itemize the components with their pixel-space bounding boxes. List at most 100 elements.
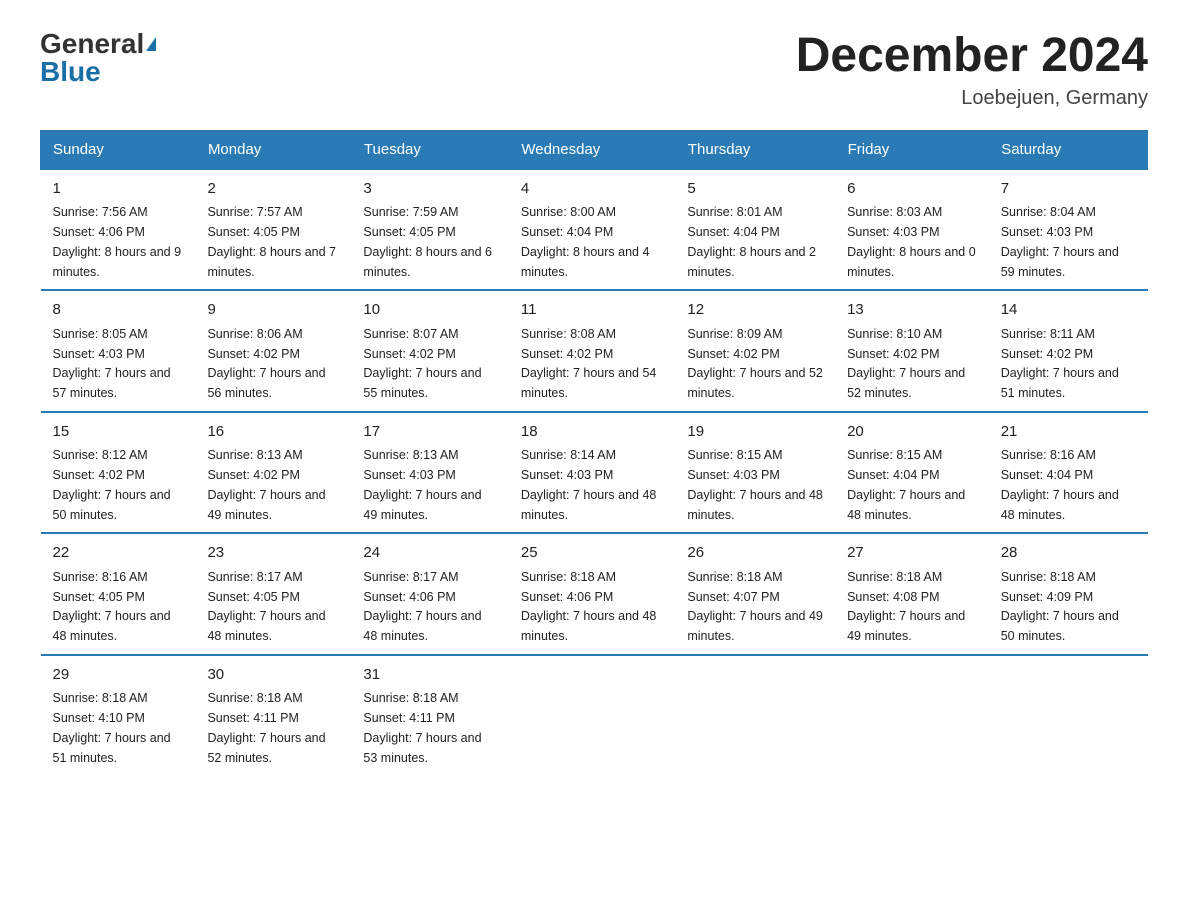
header-cell-sunday: Sunday	[41, 130, 196, 169]
logo-blue-text: Blue	[40, 58, 101, 86]
day-info: Sunrise: 8:16 AMSunset: 4:05 PMDaylight:…	[53, 570, 171, 643]
day-number: 27	[847, 542, 977, 565]
day-number: 6	[847, 178, 977, 201]
day-number: 15	[53, 421, 184, 444]
day-info: Sunrise: 8:11 AMSunset: 4:02 PMDaylight:…	[1001, 327, 1119, 400]
header-cell-saturday: Saturday	[989, 130, 1148, 169]
calendar-cell: 29Sunrise: 8:18 AMSunset: 4:10 PMDayligh…	[41, 655, 196, 788]
calendar-table: SundayMondayTuesdayWednesdayThursdayFrid…	[40, 130, 1148, 788]
day-info: Sunrise: 8:18 AMSunset: 4:09 PMDaylight:…	[1001, 570, 1119, 643]
calendar-cell: 18 Sunrise: 8:14 AMSunset: 4:03 PMDayligh…	[509, 412, 676, 534]
day-number: 22	[53, 542, 184, 565]
day-number: 20	[847, 421, 977, 444]
logo-general-text: General	[40, 30, 144, 58]
day-number: 25	[521, 542, 664, 565]
calendar-subtitle: Loebejuen, Germany	[796, 87, 1148, 110]
day-info: Sunrise: 8:18 AMSunset: 4:07 PMDaylight:…	[687, 570, 823, 643]
calendar-cell: 31Sunrise: 8:18 AMSunset: 4:11 PMDayligh…	[351, 655, 508, 788]
day-info: Sunrise: 8:18 AMSunset: 4:06 PMDaylight:…	[521, 570, 657, 643]
day-info: Sunrise: 8:13 AMSunset: 4:03 PMDaylight:…	[363, 448, 481, 521]
day-number: 19	[687, 421, 823, 444]
day-info: Sunrise: 8:01 AMSunset: 4:04 PMDaylight:…	[687, 205, 816, 278]
day-info: Sunrise: 8:04 AMSunset: 4:03 PMDaylight:…	[1001, 205, 1119, 278]
header-cell-thursday: Thursday	[675, 130, 835, 169]
calendar-cell: 23 Sunrise: 8:17 AMSunset: 4:05 PMDayligh…	[195, 533, 351, 655]
calendar-cell: 19 Sunrise: 8:15 AMSunset: 4:03 PMDayligh…	[675, 412, 835, 534]
day-info: Sunrise: 7:57 AMSunset: 4:05 PMDaylight:…	[207, 205, 336, 278]
logo: General Blue	[40, 30, 156, 86]
day-number: 8	[53, 299, 184, 322]
calendar-cell: 27 Sunrise: 8:18 AMSunset: 4:08 PMDayligh…	[835, 533, 989, 655]
day-info: Sunrise: 8:18 AMSunset: 4:08 PMDaylight:…	[847, 570, 965, 643]
day-info: Sunrise: 8:16 AMSunset: 4:04 PMDaylight:…	[1001, 448, 1119, 521]
week-row-1: 1Sunrise: 7:56 AMSunset: 4:06 PMDaylight…	[41, 169, 1148, 291]
week-row-5: 29Sunrise: 8:18 AMSunset: 4:10 PMDayligh…	[41, 655, 1148, 788]
day-info: Sunrise: 8:10 AMSunset: 4:02 PMDaylight:…	[847, 327, 965, 400]
title-block: December 2024 Loebejuen, Germany	[796, 30, 1148, 110]
day-info: Sunrise: 8:12 AMSunset: 4:02 PMDaylight:…	[53, 448, 171, 521]
week-row-3: 15 Sunrise: 8:12 AMSunset: 4:02 PMDayligh…	[41, 412, 1148, 534]
day-info: Sunrise: 8:14 AMSunset: 4:03 PMDaylight:…	[521, 448, 657, 521]
week-row-4: 22 Sunrise: 8:16 AMSunset: 4:05 PMDayligh…	[41, 533, 1148, 655]
calendar-cell: 10 Sunrise: 8:07 AMSunset: 4:02 PMDayligh…	[351, 290, 508, 412]
calendar-title: December 2024	[796, 30, 1148, 83]
day-info: Sunrise: 8:05 AMSunset: 4:03 PMDaylight:…	[53, 327, 171, 400]
day-number: 24	[363, 542, 496, 565]
day-number: 30	[207, 664, 339, 687]
day-info: Sunrise: 8:08 AMSunset: 4:02 PMDaylight:…	[521, 327, 657, 400]
calendar-cell: 20Sunrise: 8:15 AMSunset: 4:04 PMDayligh…	[835, 412, 989, 534]
day-number: 21	[1001, 421, 1136, 444]
calendar-cell: 21 Sunrise: 8:16 AMSunset: 4:04 PMDayligh…	[989, 412, 1148, 534]
day-info: Sunrise: 8:13 AMSunset: 4:02 PMDaylight:…	[207, 448, 325, 521]
calendar-cell: 2Sunrise: 7:57 AMSunset: 4:05 PMDaylight…	[195, 169, 351, 291]
week-row-2: 8 Sunrise: 8:05 AMSunset: 4:03 PMDaylight…	[41, 290, 1148, 412]
day-number: 23	[207, 542, 339, 565]
calendar-cell: 13 Sunrise: 8:10 AMSunset: 4:02 PMDayligh…	[835, 290, 989, 412]
day-info: Sunrise: 8:06 AMSunset: 4:02 PMDaylight:…	[207, 327, 325, 400]
calendar-cell: 3Sunrise: 7:59 AMSunset: 4:05 PMDaylight…	[351, 169, 508, 291]
day-info: Sunrise: 8:18 AMSunset: 4:10 PMDaylight:…	[53, 691, 171, 764]
header-cell-wednesday: Wednesday	[509, 130, 676, 169]
header-cell-monday: Monday	[195, 130, 351, 169]
calendar-cell: 25 Sunrise: 8:18 AMSunset: 4:06 PMDayligh…	[509, 533, 676, 655]
logo-triangle-icon	[146, 37, 156, 51]
day-number: 4	[521, 178, 664, 201]
day-number: 26	[687, 542, 823, 565]
day-number: 12	[687, 299, 823, 322]
day-info: Sunrise: 8:07 AMSunset: 4:02 PMDaylight:…	[363, 327, 481, 400]
header-cell-tuesday: Tuesday	[351, 130, 508, 169]
day-number: 13	[847, 299, 977, 322]
calendar-cell	[989, 655, 1148, 788]
calendar-cell: 5Sunrise: 8:01 AMSunset: 4:04 PMDaylight…	[675, 169, 835, 291]
day-info: Sunrise: 8:15 AMSunset: 4:03 PMDaylight:…	[687, 448, 823, 521]
header-row: SundayMondayTuesdayWednesdayThursdayFrid…	[41, 130, 1148, 169]
day-info: Sunrise: 8:17 AMSunset: 4:05 PMDaylight:…	[207, 570, 325, 643]
day-info: Sunrise: 8:18 AMSunset: 4:11 PMDaylight:…	[363, 691, 481, 764]
calendar-cell	[835, 655, 989, 788]
day-number: 11	[521, 299, 664, 322]
day-info: Sunrise: 7:59 AMSunset: 4:05 PMDaylight:…	[363, 205, 492, 278]
calendar-cell: 26 Sunrise: 8:18 AMSunset: 4:07 PMDayligh…	[675, 533, 835, 655]
day-info: Sunrise: 8:09 AMSunset: 4:02 PMDaylight:…	[687, 327, 823, 400]
day-number: 16	[207, 421, 339, 444]
day-info: Sunrise: 8:03 AMSunset: 4:03 PMDaylight:…	[847, 205, 976, 278]
day-info: Sunrise: 8:17 AMSunset: 4:06 PMDaylight:…	[363, 570, 481, 643]
calendar-cell: 4 Sunrise: 8:00 AMSunset: 4:04 PMDaylight…	[509, 169, 676, 291]
day-number: 14	[1001, 299, 1136, 322]
calendar-cell: 8 Sunrise: 8:05 AMSunset: 4:03 PMDaylight…	[41, 290, 196, 412]
calendar-cell: 9Sunrise: 8:06 AMSunset: 4:02 PMDaylight…	[195, 290, 351, 412]
calendar-cell: 30 Sunrise: 8:18 AMSunset: 4:11 PMDayligh…	[195, 655, 351, 788]
day-number: 1	[53, 178, 184, 201]
calendar-cell	[509, 655, 676, 788]
day-number: 18	[521, 421, 664, 444]
calendar-cell: 22 Sunrise: 8:16 AMSunset: 4:05 PMDayligh…	[41, 533, 196, 655]
day-info: Sunrise: 8:18 AMSunset: 4:11 PMDaylight:…	[207, 691, 325, 764]
calendar-cell: 7Sunrise: 8:04 AMSunset: 4:03 PMDaylight…	[989, 169, 1148, 291]
calendar-cell: 14 Sunrise: 8:11 AMSunset: 4:02 PMDayligh…	[989, 290, 1148, 412]
day-info: Sunrise: 8:00 AMSunset: 4:04 PMDaylight:…	[521, 205, 650, 278]
calendar-cell: 16 Sunrise: 8:13 AMSunset: 4:02 PMDayligh…	[195, 412, 351, 534]
day-number: 10	[363, 299, 496, 322]
calendar-cell: 11 Sunrise: 8:08 AMSunset: 4:02 PMDayligh…	[509, 290, 676, 412]
calendar-cell: 1Sunrise: 7:56 AMSunset: 4:06 PMDaylight…	[41, 169, 196, 291]
calendar-cell: 24 Sunrise: 8:17 AMSunset: 4:06 PMDayligh…	[351, 533, 508, 655]
